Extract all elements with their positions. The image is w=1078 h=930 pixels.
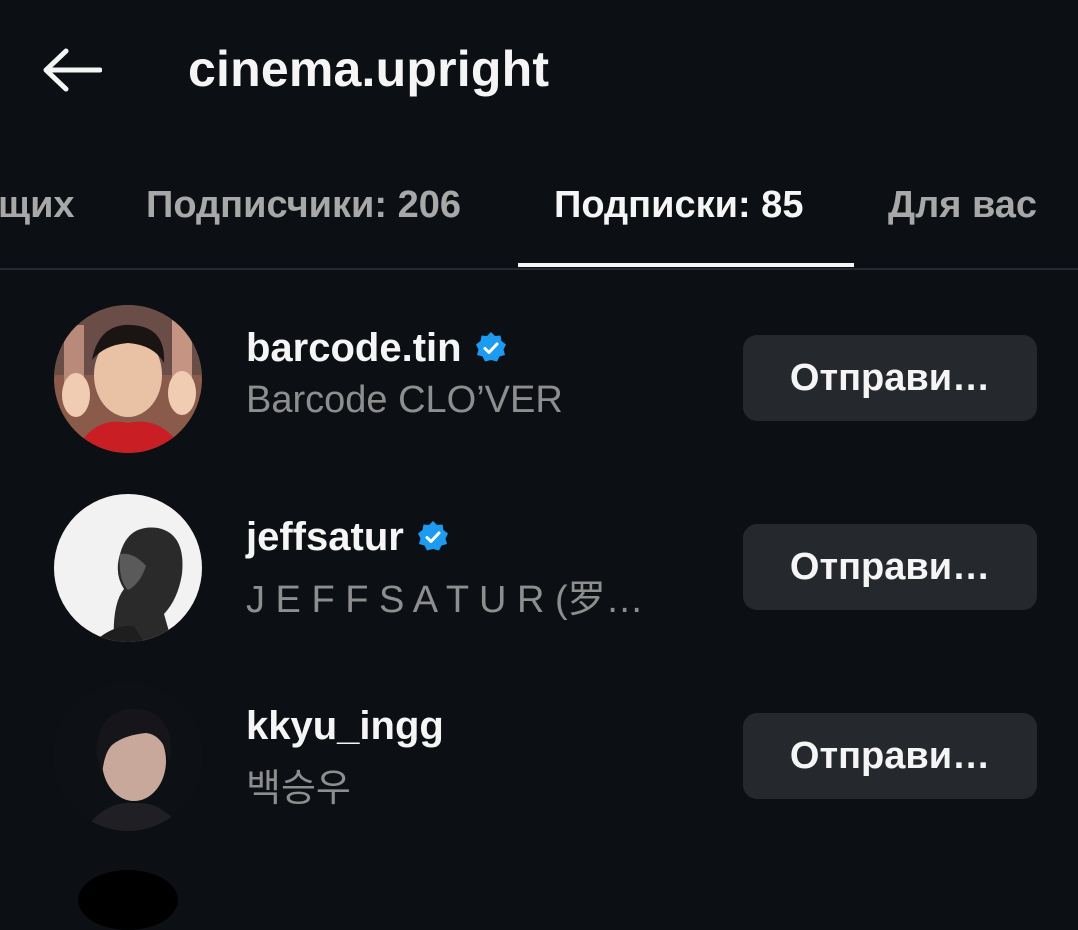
tab-for-you[interactable]: Для вас <box>888 184 1037 227</box>
arrow-left-icon <box>42 48 103 97</box>
avatar[interactable] <box>54 494 202 642</box>
user-info: jeffsatur J E F F S A T U R (罗… <box>246 512 716 623</box>
tab-following[interactable]: Подписки: 85 <box>554 184 803 227</box>
verified-badge-icon <box>474 331 508 365</box>
message-button[interactable]: Отправи… <box>743 524 1037 610</box>
active-tab-indicator <box>518 263 854 267</box>
list-item[interactable]: kkyu_ingg 백승우 Отправи… <box>0 683 1078 843</box>
list-item[interactable]: barcode.tin Barcode CLO’VER Отправи… <box>0 305 1078 465</box>
back-button[interactable] <box>40 44 104 100</box>
username[interactable]: jeffsatur <box>246 515 404 560</box>
list-item[interactable]: jeffsatur J E F F S A T U R (罗… Отправи… <box>0 494 1078 654</box>
full-name: 백승우 <box>246 768 351 810</box>
tab-bar: щих Подписчики: 206 Подписки: 85 Для вас <box>0 150 1078 270</box>
page-title: cinema.upright <box>188 41 550 97</box>
username[interactable]: kkyu_ingg <box>246 704 444 749</box>
message-button[interactable]: Отправи… <box>743 713 1037 799</box>
avatar[interactable] <box>78 870 178 930</box>
message-button[interactable]: Отправи… <box>743 335 1037 421</box>
user-info: kkyu_ingg 백승우 <box>246 701 716 812</box>
avatar[interactable] <box>54 305 202 453</box>
full-name: Barcode CLO’VER <box>246 379 563 421</box>
tab-mutual[interactable]: щих <box>0 184 75 227</box>
top-bar: cinema.upright <box>0 0 1078 150</box>
username[interactable]: barcode.tin <box>246 326 462 371</box>
user-info: barcode.tin Barcode CLO’VER <box>246 323 716 422</box>
tab-followers[interactable]: Подписчики: 206 <box>146 184 461 227</box>
avatar[interactable] <box>54 683 202 831</box>
divider <box>0 268 1078 270</box>
verified-badge-icon <box>416 520 450 554</box>
full-name: J E F F S A T U R (罗… <box>246 579 644 621</box>
